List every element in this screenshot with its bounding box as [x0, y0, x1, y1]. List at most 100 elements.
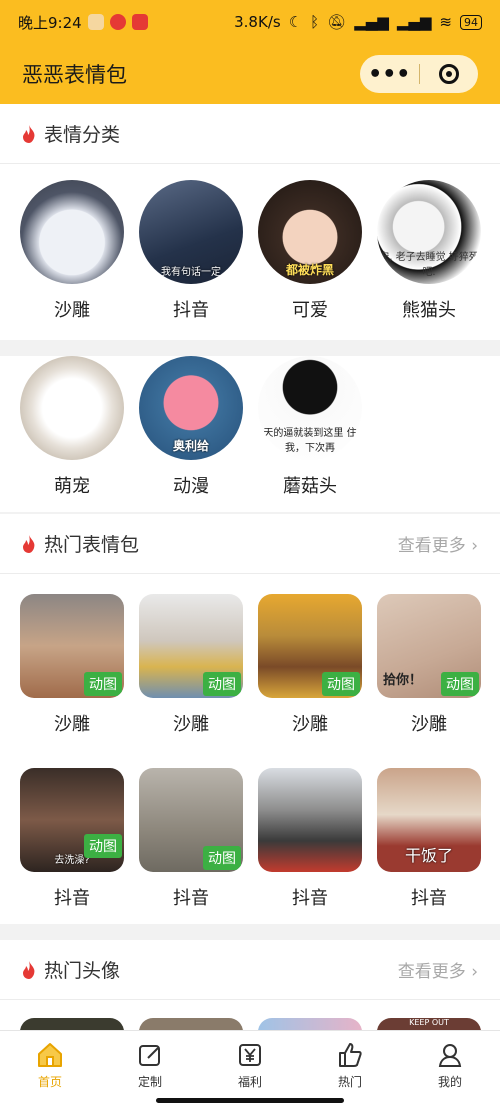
- tab-label: 定制: [137, 1075, 162, 1089]
- sticker-tile[interactable]: 去洗澡? 动图 抖音: [20, 768, 124, 910]
- category-label: 可爱: [292, 300, 328, 321]
- image-caption: 奥利给: [172, 439, 209, 453]
- gif-badge: 动图: [203, 672, 241, 696]
- status-time: 晚上9:24: [18, 13, 82, 32]
- sticker-image: 去洗澡? 动图: [20, 768, 124, 872]
- sticker-label: 抖音: [173, 888, 209, 909]
- sticker-label: 沙雕: [54, 714, 90, 735]
- category-label: 蘑菇头: [283, 476, 337, 497]
- sticker-tile[interactable]: 动图 沙雕: [258, 594, 362, 736]
- gif-badge: 动图: [441, 672, 479, 696]
- gif-badge: 动图: [84, 672, 122, 696]
- category-item-keai[interactable]: 都被炸黑 可爱: [258, 180, 362, 322]
- image-caption: 我有句话一定: [161, 267, 221, 278]
- fire-icon: [23, 124, 35, 143]
- gif-badge: 动图: [84, 834, 122, 858]
- fire-icon: [23, 960, 35, 979]
- network-speed: 3.8K/s: [234, 13, 281, 31]
- category-item-mushroom-head[interactable]: 天的逼就装到这里 住我，下次再 蘑菇头: [258, 356, 362, 498]
- sticker-image: 干饭了: [377, 768, 481, 872]
- chevron-right-icon: ›: [471, 962, 478, 982]
- sticker-tile[interactable]: 抖音: [258, 768, 362, 910]
- hot-stickers-section: 热门表情包 查看更多 › 动图 沙雕 动图 沙雕 动图 沙雕 拾你！ 动图 沙雕…: [0, 514, 500, 924]
- signal-icon-2: ▂▄▆: [396, 13, 432, 31]
- category-image: 天的逼就装到这里 住我，下次再: [258, 356, 362, 460]
- category-item-pets[interactable]: 萌宠: [20, 356, 124, 498]
- category-item-anime[interactable]: 奥利给 动漫: [139, 356, 243, 498]
- mini-program-capsule: •••: [360, 55, 478, 93]
- home-indicator: [156, 1098, 344, 1103]
- tab-label: 福利: [237, 1075, 262, 1089]
- categories-header: 表情分类: [0, 104, 500, 164]
- section-title: 热门头像: [44, 960, 121, 982]
- category-item-shadiao[interactable]: 沙雕: [20, 180, 124, 322]
- image-caption: 干饭了: [404, 846, 453, 865]
- target-icon[interactable]: [420, 55, 479, 93]
- tab-label: 热门: [337, 1075, 362, 1089]
- home-icon: [38, 1043, 62, 1067]
- sticker-image: 动图: [20, 594, 124, 698]
- wifi-icon: ≋: [439, 13, 452, 31]
- category-image: 都被炸黑: [258, 180, 362, 284]
- gif-badge: 动图: [203, 846, 241, 870]
- battery-icon: 94: [460, 14, 482, 30]
- status-bar: 晚上9:24 3.8K/s ☾ ᛒ 🔕︎ ▂▄▆ ▂▄▆ ≋ 94: [0, 0, 500, 44]
- page-title: 恶恶表情包: [22, 63, 127, 87]
- category-label: 萌宠: [54, 476, 90, 497]
- app-notification-icon: [109, 14, 126, 30]
- see-more-link[interactable]: 查看更多 ›: [398, 957, 478, 982]
- category-image: 安, 老子去睡觉 好猝死吧.: [377, 180, 481, 284]
- category-image: 我有句话一定: [139, 180, 243, 284]
- see-more-label: 查看更多: [397, 536, 466, 556]
- hot-avatars-header: 热门头像 查看更多 ›: [0, 940, 500, 1000]
- top-bar: 晚上9:24 3.8K/s ☾ ᛒ 🔕︎ ▂▄▆ ▂▄▆ ≋ 94 恶恶表情包 …: [0, 0, 500, 104]
- tab-home[interactable]: 首页: [0, 1031, 100, 1111]
- app-header: 恶恶表情包 •••: [0, 44, 500, 104]
- categories-section-row-2: 萌宠 奥利给 动漫 天的逼就装到这里 住我，下次再 蘑菇头: [0, 356, 500, 512]
- category-label: 熊猫头: [402, 300, 456, 321]
- category-item-panda-head[interactable]: 安, 老子去睡觉 好猝死吧. 熊猫头: [377, 180, 481, 322]
- sticker-tile[interactable]: 动图 抖音: [139, 768, 243, 910]
- sticker-image: 动图: [139, 768, 243, 872]
- category-image: [20, 356, 124, 460]
- see-more-link[interactable]: 查看更多 ›: [398, 531, 478, 556]
- sticker-tile[interactable]: 动图 沙雕: [20, 594, 124, 736]
- image-caption: 都被炸黑: [285, 263, 334, 277]
- sticker-tile[interactable]: 干饭了 抖音: [377, 768, 481, 910]
- category-label: 沙雕: [54, 300, 90, 321]
- category-image: [20, 180, 124, 284]
- more-dots-icon[interactable]: •••: [360, 55, 419, 93]
- sticker-label: 沙雕: [292, 714, 328, 735]
- sticker-label: 抖音: [411, 888, 447, 909]
- sticker-image: 拾你！ 动图: [377, 594, 481, 698]
- category-item-douyin[interactable]: 我有句话一定 抖音: [139, 180, 243, 322]
- fire-icon: [23, 534, 35, 553]
- tab-label: 首页: [37, 1075, 62, 1089]
- gif-badge: 动图: [322, 672, 360, 696]
- app-notification-icon-2: [131, 14, 148, 30]
- section-title: 热门表情包: [44, 534, 140, 556]
- sticker-label: 沙雕: [173, 714, 209, 735]
- edit-icon: [139, 1045, 160, 1066]
- hot-stickers-header: 热门表情包 查看更多 ›: [0, 514, 500, 574]
- tab-label: 我的: [437, 1075, 462, 1089]
- chevron-right-icon: ›: [471, 536, 478, 556]
- category-label: 抖音: [173, 300, 209, 321]
- hot-avatars-section: 热门头像 查看更多 › KEEP OUT: [0, 940, 500, 1040]
- sticker-tile[interactable]: 拾你！ 动图 沙雕: [377, 594, 481, 736]
- section-title: 表情分类: [44, 124, 121, 146]
- yen-icon: [239, 1044, 261, 1066]
- tab-mine[interactable]: 我的: [400, 1031, 500, 1111]
- sticker-image: 动图: [139, 594, 243, 698]
- sticker-image: 动图: [258, 594, 362, 698]
- sticker-image: [258, 768, 362, 872]
- image-caption: 拾你！: [383, 673, 423, 688]
- sticker-label: 沙雕: [411, 714, 447, 735]
- image-caption: 天的逼就装到这里 住我，下次再: [263, 428, 357, 454]
- category-image: 奥利给: [139, 356, 243, 460]
- bluetooth-icon: ᛒ: [310, 13, 320, 31]
- image-caption: 安, 老子去睡觉 好猝死吧.: [379, 252, 479, 278]
- see-more-label: 查看更多: [397, 962, 466, 982]
- sticker-tile[interactable]: 动图 沙雕: [139, 594, 243, 736]
- sticker-label: 抖音: [54, 888, 90, 909]
